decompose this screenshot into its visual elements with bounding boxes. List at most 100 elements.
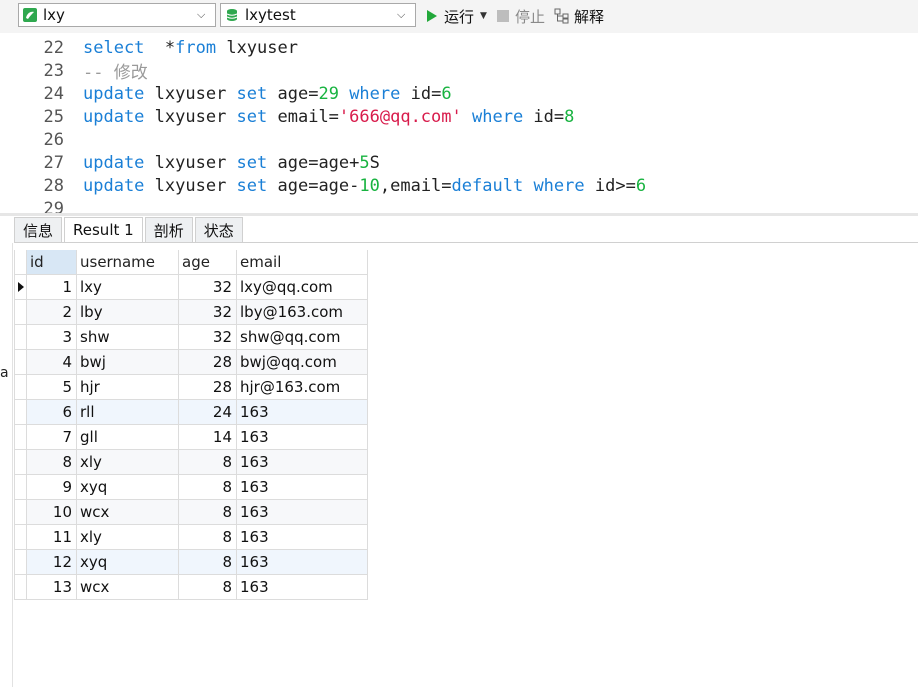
cell-age[interactable]: 28 [179, 375, 237, 400]
run-button[interactable]: 运行 ▼ [426, 6, 487, 26]
table-row[interactable]: 5 hjr 28 hjr@163.com [14, 375, 368, 400]
cell-username[interactable]: lby [77, 300, 179, 325]
cell-email[interactable]: 163 [237, 425, 368, 450]
database-select[interactable]: lxytest ⌵ [220, 3, 416, 27]
tab-2[interactable]: 剖析 [144, 217, 193, 243]
table-row[interactable]: 13 wcx 8 163 [14, 575, 368, 600]
cell-id[interactable]: 2 [27, 300, 77, 325]
cell-username[interactable]: bwj [77, 350, 179, 375]
row-selector[interactable] [14, 400, 27, 425]
tab-1[interactable]: Result 1 [64, 217, 143, 243]
cell-age[interactable]: 8 [179, 475, 237, 500]
cell-age[interactable]: 14 [179, 425, 237, 450]
editor-line[interactable]: 27 update lxyuser set age=age+5S [0, 151, 380, 174]
editor-line[interactable]: 25 update lxyuser set email='666@qq.com' … [0, 105, 575, 128]
row-selector[interactable] [14, 450, 27, 475]
cell-username[interactable]: xly [77, 525, 179, 550]
explain-button[interactable]: 解释 [554, 6, 604, 26]
cell-id[interactable]: 3 [27, 325, 77, 350]
cell-age[interactable]: 32 [179, 300, 237, 325]
table-row[interactable]: 1 lxy 32 lxy@qq.com [14, 275, 368, 300]
cell-username[interactable]: hjr [77, 375, 179, 400]
row-selector[interactable] [14, 350, 27, 375]
cell-id[interactable]: 10 [27, 500, 77, 525]
row-selector[interactable] [14, 275, 27, 300]
panel-splitter[interactable] [0, 213, 918, 216]
editor-line[interactable]: 23 -- 修改 [0, 59, 148, 84]
row-selector[interactable] [14, 575, 27, 600]
cell-email[interactable]: 163 [237, 575, 368, 600]
row-selector[interactable] [14, 325, 27, 350]
cell-email[interactable]: bwj@qq.com [237, 350, 368, 375]
cell-age[interactable]: 32 [179, 275, 237, 300]
editor-line[interactable]: 26 [0, 128, 83, 151]
cell-id[interactable]: 9 [27, 475, 77, 500]
cell-id[interactable]: 8 [27, 450, 77, 475]
cell-id[interactable]: 11 [27, 525, 77, 550]
column-header-username[interactable]: username [77, 250, 179, 275]
cell-email[interactable]: 163 [237, 525, 368, 550]
cell-username[interactable]: xly [77, 450, 179, 475]
row-selector[interactable] [14, 550, 27, 575]
cell-username[interactable]: rll [77, 400, 179, 425]
table-row[interactable]: 8 xly 8 163 [14, 450, 368, 475]
cell-username[interactable]: xyq [77, 550, 179, 575]
cell-username[interactable]: wcx [77, 575, 179, 600]
cell-username[interactable]: lxy [77, 275, 179, 300]
table-row[interactable]: 3 shw 32 shw@qq.com [14, 325, 368, 350]
cell-username[interactable]: wcx [77, 500, 179, 525]
cell-age[interactable]: 28 [179, 350, 237, 375]
cell-id[interactable]: 4 [27, 350, 77, 375]
cell-email[interactable]: hjr@163.com [237, 375, 368, 400]
column-header-age[interactable]: age [179, 250, 237, 275]
cell-age[interactable]: 8 [179, 500, 237, 525]
table-row[interactable]: 10 wcx 8 163 [14, 500, 368, 525]
tab-3[interactable]: 状态 [194, 217, 243, 243]
cell-age[interactable]: 32 [179, 325, 237, 350]
cell-email[interactable]: 163 [237, 550, 368, 575]
cell-age[interactable]: 8 [179, 550, 237, 575]
cell-age[interactable]: 24 [179, 400, 237, 425]
column-header-email[interactable]: email [237, 250, 368, 275]
cell-id[interactable]: 1 [27, 275, 77, 300]
cell-username[interactable]: shw [77, 325, 179, 350]
table-row[interactable]: 2 lby 32 lby@163.com [14, 300, 368, 325]
editor-line[interactable]: 28 update lxyuser set age=age-10,email=de… [0, 174, 647, 197]
cell-email[interactable]: 163 [237, 475, 368, 500]
cell-id[interactable]: 5 [27, 375, 77, 400]
editor-line[interactable]: 24 update lxyuser set age=29 where id=6 [0, 82, 452, 105]
table-row[interactable]: 9 xyq 8 163 [14, 475, 368, 500]
run-dropdown-icon[interactable]: ▼ [480, 11, 487, 21]
row-selector[interactable] [14, 475, 27, 500]
cell-email[interactable]: lby@163.com [237, 300, 368, 325]
stop-button[interactable]: 停止 [497, 6, 545, 26]
table-row[interactable]: 11 xly 8 163 [14, 525, 368, 550]
result-grid[interactable]: id username age email 1 lxy 32 lxy@qq.com 2 lby 32… [14, 250, 368, 600]
cell-email[interactable]: 163 [237, 500, 368, 525]
connection-select[interactable]: lxy ⌵ [18, 3, 216, 27]
cell-id[interactable]: 7 [27, 425, 77, 450]
cell-id[interactable]: 12 [27, 550, 77, 575]
cell-age[interactable]: 8 [179, 450, 237, 475]
row-selector[interactable] [14, 500, 27, 525]
cell-email[interactable]: shw@qq.com [237, 325, 368, 350]
cell-email[interactable]: lxy@qq.com [237, 275, 368, 300]
row-selector[interactable] [14, 375, 27, 400]
table-row[interactable]: 4 bwj 28 bwj@qq.com [14, 350, 368, 375]
column-header-id[interactable]: id [27, 250, 77, 275]
row-selector[interactable] [14, 300, 27, 325]
cell-username[interactable]: xyq [77, 475, 179, 500]
editor-line[interactable]: 29 [0, 197, 83, 214]
cell-email[interactable]: 163 [237, 450, 368, 475]
table-row[interactable]: 7 gll 14 163 [14, 425, 368, 450]
sql-editor[interactable]: 22 select *from lxyuser 23 -- 修改 24 update lx… [0, 33, 918, 213]
cell-id[interactable]: 13 [27, 575, 77, 600]
tab-0[interactable]: 信息 [14, 217, 63, 243]
cell-id[interactable]: 6 [27, 400, 77, 425]
table-row[interactable]: 6 rll 24 163 [14, 400, 368, 425]
row-selector[interactable] [14, 525, 27, 550]
cell-username[interactable]: gll [77, 425, 179, 450]
row-selector[interactable] [14, 425, 27, 450]
table-row[interactable]: 12 xyq 8 163 [14, 550, 368, 575]
cell-age[interactable]: 8 [179, 575, 237, 600]
